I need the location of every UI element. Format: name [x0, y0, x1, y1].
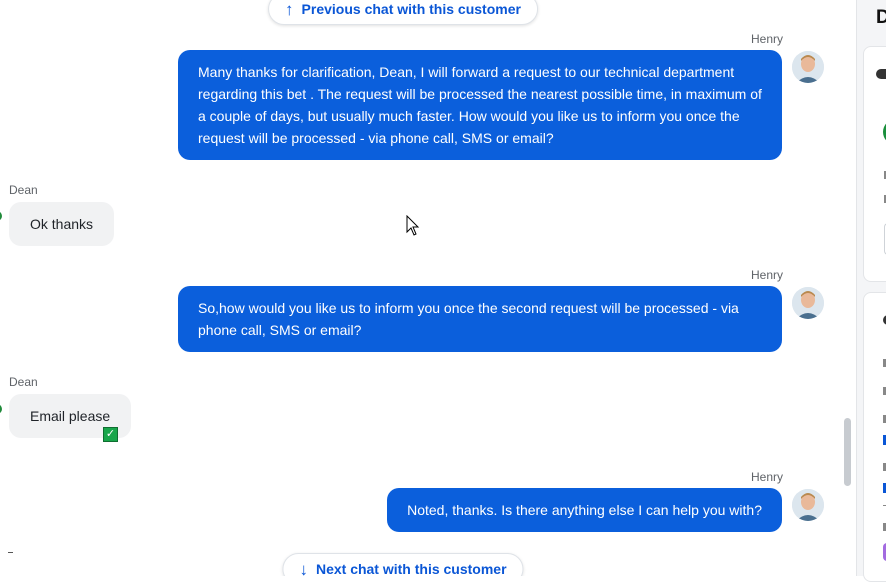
agent-avatar	[792, 489, 824, 521]
check-icon: ✓	[103, 427, 118, 442]
next-chat-label: Next chat with this customer	[315, 561, 507, 576]
message-text: Email please	[30, 408, 111, 424]
next-chat-button[interactable]: ↓ Next chat with this customer	[282, 553, 524, 577]
message-author: Henry	[750, 268, 783, 282]
previous-chat-button[interactable]: ↑ Previous chat with this customer	[268, 0, 538, 25]
card-header-glyph	[876, 69, 886, 79]
chat-transcript: ↑ Previous chat with this customer Henry…	[0, 0, 855, 576]
agent-message[interactable]: Noted, thanks. Is there anything else I …	[387, 488, 782, 532]
chat-scrollbar[interactable]	[844, 418, 851, 486]
message-author: Henry	[750, 32, 783, 46]
customer-card	[863, 46, 886, 282]
online-status-indicator	[0, 404, 2, 414]
message-text: Ok thanks	[30, 216, 94, 232]
message-author: Dean	[9, 183, 38, 197]
visit-info-card	[863, 292, 886, 582]
agent-message[interactable]: So,how would you like us to inform you o…	[178, 286, 782, 352]
arrow-down-icon: ↓	[299, 559, 308, 577]
message-text: Many thanks for clarification, Dean, I w…	[198, 64, 762, 146]
mouse-cursor-icon	[406, 215, 420, 236]
divider	[8, 552, 13, 553]
message-author: Dean	[9, 375, 38, 389]
message-text: So,how would you like us to inform you o…	[198, 300, 739, 338]
customer-message[interactable]: Ok thanks	[9, 202, 115, 246]
arrow-up-icon: ↑	[285, 0, 294, 19]
agent-avatar	[792, 287, 824, 319]
agent-message[interactable]: Many thanks for clarification, Dean, I w…	[178, 50, 782, 160]
previous-chat-label: Previous chat with this customer	[301, 1, 521, 17]
message-text: Noted, thanks. Is there anything else I …	[407, 502, 762, 518]
online-status-indicator	[0, 211, 2, 221]
message-author: Henry	[750, 470, 783, 484]
details-panel-title: D	[876, 7, 886, 28]
agent-avatar	[792, 51, 824, 83]
